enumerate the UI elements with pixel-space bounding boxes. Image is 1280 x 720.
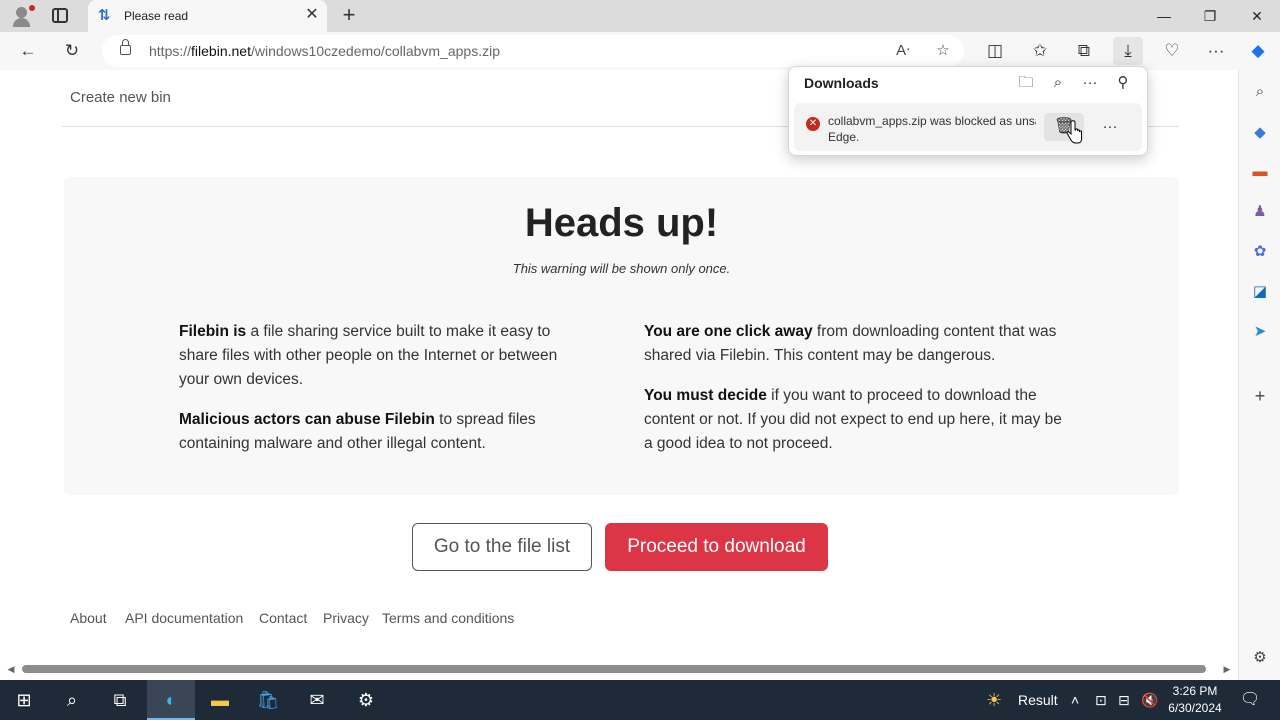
downloads-icon[interactable]: ⤓ [1113, 37, 1143, 65]
tab-title: Please read [124, 9, 189, 23]
clock-time: 3:26 PM [1172, 684, 1218, 698]
page-title: Heads up! [524, 201, 719, 245]
profile-icon[interactable] [10, 5, 35, 27]
downloads-panel: Downloads 🗀 ⌕ ··· ⚲ ✕ collabvm_apps.zip … [788, 66, 1148, 156]
blocked-error-icon: ✕ [806, 117, 820, 131]
sidebar-settings-icon[interactable]: ⚙ [1250, 648, 1270, 668]
footer-link-privacy[interactable]: Privacy [323, 610, 369, 626]
go-to-file-list-button[interactable]: Go to the file list [412, 523, 592, 571]
taskbar: ⊞ ⌕ ⧉ ◐ ▬ 🛍 ✉ ⚙ ☀ Result ˄ ⊡ ⊟ 🔇 3:26 PM… [0, 680, 1280, 720]
download-item[interactable]: ✕ collabvm_apps.zip was blocked as unsaf… [794, 103, 1142, 151]
info-bold: Filebin is [179, 323, 247, 340]
filebin-favicon-icon: ⇅ [98, 7, 111, 24]
hand-cursor-icon [1066, 120, 1082, 144]
download-item-more-icon[interactable]: ··· [1096, 113, 1124, 141]
copilot-icon[interactable]: ◆ [1243, 37, 1273, 65]
scroll-right-icon[interactable]: ▶ [1221, 662, 1233, 676]
downloads-more-icon[interactable]: ··· [1078, 72, 1102, 94]
split-screen-icon[interactable]: ◫ [980, 37, 1010, 65]
info-paragraph-filebin: Filebin is a file sharing service built … [179, 320, 589, 392]
sidebar-tools-icon[interactable]: ▬ [1250, 162, 1270, 182]
taskbar-file-explorer-icon[interactable]: ▬ [196, 680, 244, 720]
system-clock[interactable]: 3:26 PM 6/30/2024 [1162, 683, 1228, 717]
tray-vm-icon[interactable]: ⊡ [1095, 680, 1107, 720]
restore-icon[interactable]: ❐ [1187, 0, 1233, 32]
title-bar: ⇅ Please read ✕ + — ❐ ✕ [0, 0, 1280, 32]
taskbar-edge-icon[interactable]: ◐ [147, 680, 195, 720]
download-status-line2: Edge. [828, 130, 860, 144]
favorites-icon[interactable]: ✩ [1025, 37, 1055, 65]
task-view-icon[interactable]: ⧉ [96, 680, 144, 720]
read-aloud-icon[interactable]: A͏ᐧ [891, 40, 915, 62]
scrollbar-thumb[interactable] [22, 665, 1206, 673]
new-tab-icon[interactable]: + [338, 3, 360, 27]
weather-icon[interactable]: ☀ [986, 680, 1002, 720]
download-status-line1: collabvm_apps.zip was blocked as unsafe … [828, 114, 1036, 128]
search-downloads-icon[interactable]: ⌕ [1046, 72, 1070, 94]
taskbar-search-icon[interactable]: ⌕ [48, 680, 96, 720]
open-folder-icon[interactable]: 🗀 [1014, 72, 1038, 94]
browser-toolbar: ← ↻ https://filebin.net/windows10czedemo… [0, 32, 1280, 70]
tab-actions-icon[interactable] [52, 8, 68, 23]
sidebar-add-icon[interactable]: + [1250, 386, 1270, 406]
clock-date: 6/30/2024 [1168, 701, 1222, 715]
tray-volume-muted-icon[interactable]: 🔇 [1141, 680, 1158, 720]
info-paragraph-must-decide: You must decide if you want to proceed t… [644, 384, 1068, 456]
settings-more-icon[interactable]: ··· [1201, 37, 1231, 65]
sidebar-search-icon[interactable]: ⌕ [1250, 82, 1270, 102]
sidebar-shopping-icon[interactable]: ◆ [1250, 123, 1270, 143]
footer-link-api[interactable]: API documentation [125, 610, 243, 626]
start-windows-icon[interactable]: ⊞ [0, 680, 48, 720]
sidebar-microsoft365-icon[interactable]: ✿ [1250, 242, 1270, 262]
browser-essentials-icon[interactable]: ♡ [1157, 37, 1187, 65]
url-scheme: https:// [149, 43, 192, 59]
minimize-icon[interactable]: — [1141, 0, 1187, 32]
download-item-text: collabvm_apps.zip was blocked as unsafe … [828, 113, 1036, 145]
tab-please-read[interactable]: ⇅ Please read ✕ [88, 0, 327, 32]
tab-close-icon[interactable]: ✕ [303, 6, 321, 24]
sidebar-outlook-icon[interactable]: ◪ [1250, 282, 1270, 302]
footer-link-contact[interactable]: Contact [259, 610, 307, 626]
taskbar-store-icon[interactable]: 🛍 [244, 680, 292, 720]
info-paragraph-malicious: Malicious actors can abuse Filebin to sp… [179, 408, 589, 456]
downloads-title: Downloads [804, 75, 879, 91]
info-bold: Malicious actors can abuse Filebin [179, 411, 435, 428]
page-subtitle: This warning will be shown only once. [512, 261, 731, 276]
taskbar-settings-icon[interactable]: ⚙ [342, 680, 390, 720]
favorite-star-icon[interactable]: ☆ [931, 40, 955, 62]
refresh-icon[interactable]: ↻ [57, 37, 87, 65]
horizontal-scrollbar[interactable]: ◀ ▶ [0, 662, 1238, 676]
create-new-bin-link[interactable]: Create new bin [70, 89, 171, 106]
weather-label[interactable]: Result [1018, 680, 1058, 720]
back-icon[interactable]: ← [13, 37, 43, 65]
footer-link-about[interactable]: About [70, 610, 107, 626]
notification-center-icon[interactable]: 🗨 [1240, 680, 1260, 720]
edge-sidebar: ⌕ ◆ ▬ ♟ ✿ ◪ ➤ + ⚙ [1238, 70, 1280, 680]
page-content: Create new bin Heads up! This warning wi… [0, 70, 1238, 680]
lock-icon[interactable] [120, 39, 131, 55]
info-paragraph-one-click: You are one click away from downloading … [644, 320, 1064, 368]
url-path: /windows10czedemo/collabvm_apps.zip [250, 43, 500, 59]
tray-chevron-up-icon[interactable]: ˄ [1071, 680, 1079, 720]
warning-panel: Heads up! This warning will be shown onl… [64, 177, 1179, 495]
info-bold: You must decide [644, 387, 767, 404]
sidebar-games-icon[interactable]: ♟ [1250, 202, 1270, 222]
scroll-left-icon[interactable]: ◀ [5, 662, 17, 676]
address-bar[interactable]: https://filebin.net/windows10czedemo/col… [102, 35, 964, 67]
tray-network-icon[interactable]: ⊟ [1118, 680, 1130, 720]
url-domain: filebin.net [191, 43, 251, 59]
url-text[interactable]: https://filebin.net/windows10czedemo/col… [149, 43, 500, 59]
collections-icon[interactable]: ⧉ [1069, 37, 1099, 65]
footer-link-terms[interactable]: Terms and conditions [382, 610, 514, 626]
info-bold: You are one click away [644, 323, 813, 340]
proceed-to-download-button[interactable]: Proceed to download [605, 523, 828, 571]
pin-icon[interactable]: ⚲ [1111, 72, 1135, 94]
taskbar-mail-icon[interactable]: ✉ [293, 680, 341, 720]
window-close-icon[interactable]: ✕ [1234, 0, 1280, 32]
sidebar-drop-icon[interactable]: ➤ [1250, 322, 1270, 342]
